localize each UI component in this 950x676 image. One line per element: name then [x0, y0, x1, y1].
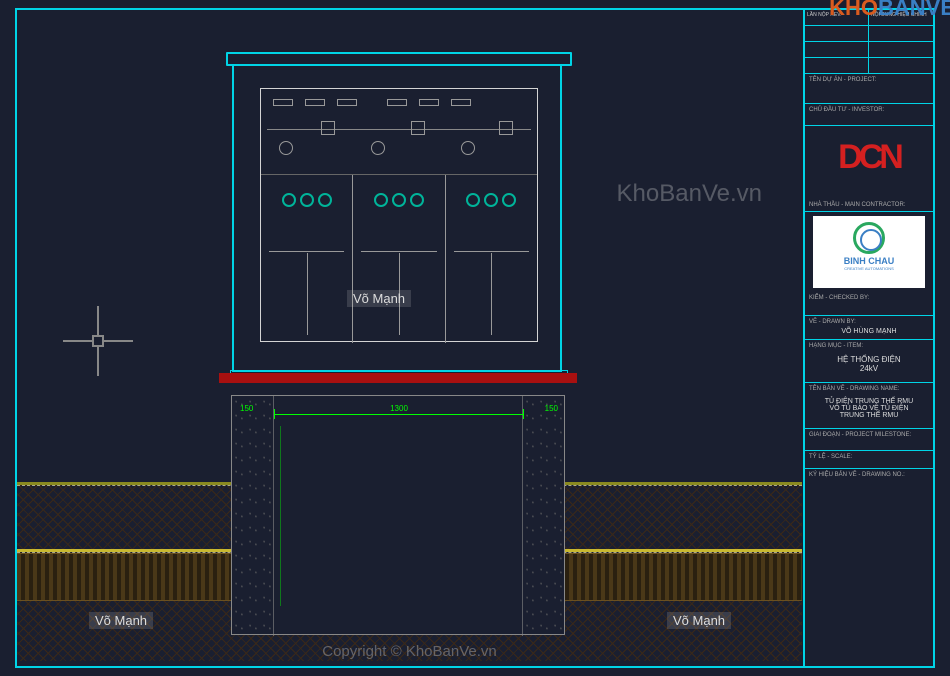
panel-2	[352, 175, 444, 343]
concrete-wall-right	[522, 396, 564, 636]
concrete-wall-left	[232, 396, 274, 636]
dimension-width: 1300	[390, 404, 408, 413]
rmu-cabinet	[232, 62, 562, 372]
title-block: LẦN NỘP REV. NỘI DUNG HIỆU CHỈNH TÊN DỰ …	[803, 10, 933, 666]
drawing-canvas[interactable]: 1300 150 150 Võ Mạnh Võ Mạnh Võ Mạnh Kho…	[15, 8, 935, 668]
cable-pit: 1300 150 150	[274, 396, 524, 636]
author-tag: Võ Mạnh	[667, 612, 731, 629]
cabinet-roof	[226, 52, 572, 66]
ucs-icon	[63, 306, 133, 376]
model-space[interactable]: 1300 150 150 Võ Mạnh Võ Mạnh Võ Mạnh Kho…	[17, 10, 802, 666]
tb-owner: CHỦ ĐẦU TƯ - INVESTOR:	[805, 104, 933, 126]
foundation-pit: 1300 150 150	[231, 395, 565, 635]
tb-draw: VẼ - DRAWN BY: VÕ HÙNG MẠNH	[805, 316, 933, 340]
panel-3	[445, 175, 537, 343]
author-tag: Võ Mạnh	[89, 612, 153, 629]
watermark-url: KhoBanVe.vn	[617, 180, 762, 208]
tb-dwgno: KÝ HIỆU BẢN VẼ - DRAWING NO.:	[805, 469, 933, 489]
watermark-logo: KHOBANVE	[829, 0, 950, 21]
panel-1	[261, 175, 352, 343]
tb-item: HẠNG MỤC - ITEM: HỆ THỐNG ĐIỆN 24kV	[805, 340, 933, 383]
watermark-copyright: Copyright © KhoBanVe.vn	[322, 643, 497, 660]
foundation-structural-beam	[219, 373, 577, 383]
tb-project: TÊN DỰ ÁN - PROJECT:	[805, 74, 933, 104]
dimension-wall-r: 150	[545, 404, 558, 413]
tb-milestone: GIAI ĐOẠN - PROJECT MILESTONE:	[805, 429, 933, 451]
panel-row	[261, 175, 537, 343]
binh-chau-logo: BINH CHAU CREATIVE AUTOMATIONS	[813, 216, 925, 288]
tb-drawing-name: TÊN BẢN VẼ - DRAWING NAME: TỦ ĐIỆN TRUNG…	[805, 383, 933, 429]
single-line-diagram	[261, 89, 537, 175]
tb-scale: TỶ LỆ - SCALE:	[805, 451, 933, 469]
dcn-logo: DCN	[805, 126, 933, 199]
tb-consultant: NHÀ THẦU - MAIN CONTRACTOR:	[805, 199, 933, 212]
author-tag: Võ Mạnh	[347, 290, 411, 307]
dimension-wall-l: 150	[240, 404, 253, 413]
tb-check: KIỂM - CHECKED BY:	[805, 292, 933, 316]
